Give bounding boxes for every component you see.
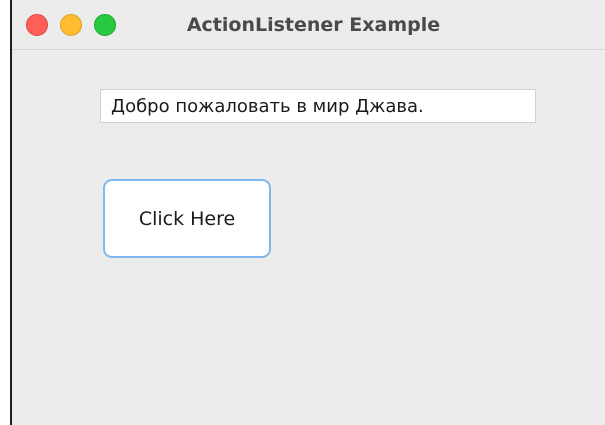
message-text-field[interactable]	[100, 89, 536, 123]
title-bar[interactable]: ActionListener Example	[12, 0, 605, 50]
app-window: ActionListener Example Click Here	[10, 0, 605, 425]
window-title: ActionListener Example	[186, 14, 441, 36]
click-here-button[interactable]: Click Here	[103, 179, 271, 258]
